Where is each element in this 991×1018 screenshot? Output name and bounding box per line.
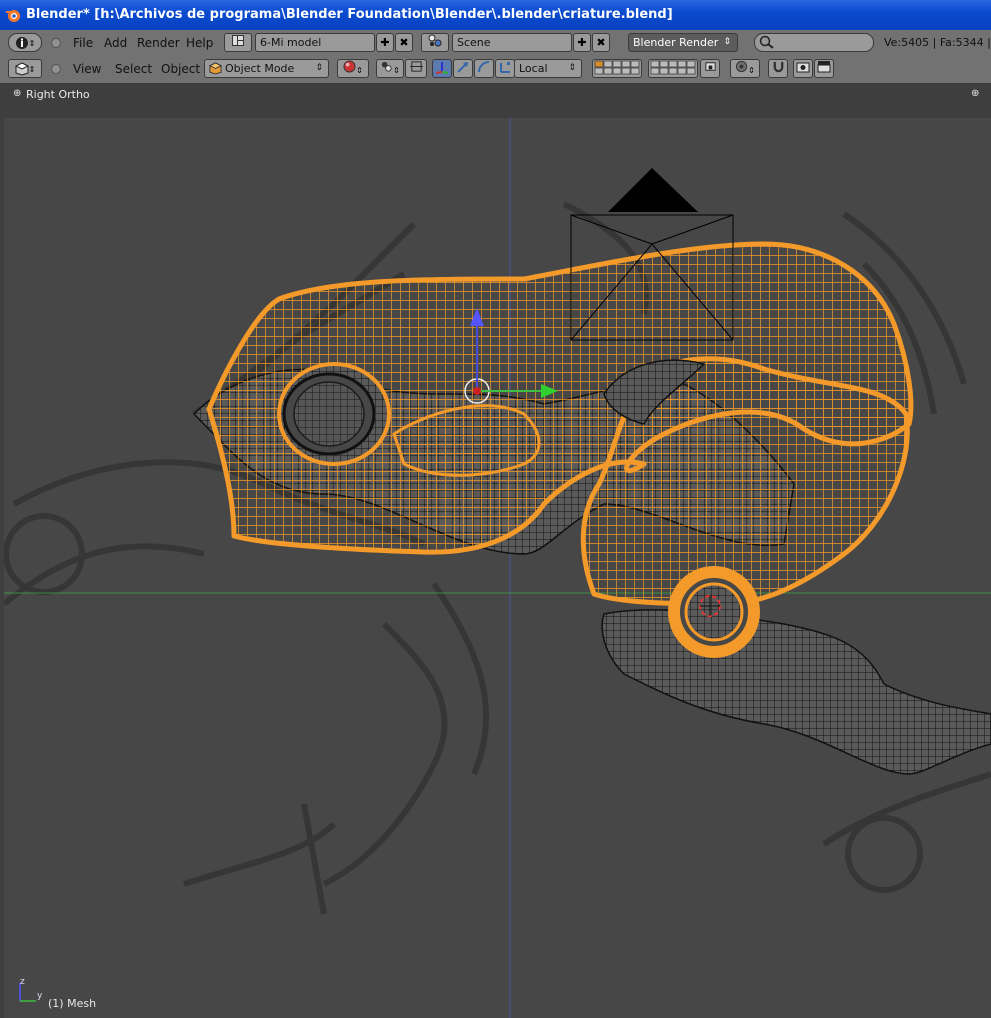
layers-icon xyxy=(594,60,640,75)
search-input[interactable] xyxy=(754,33,874,52)
scale-icon xyxy=(500,62,510,73)
plus-icon: ✚ xyxy=(380,36,390,49)
window-title: Blender* [h:\Archivos de programa\Blende… xyxy=(26,7,673,22)
render-engine-label: Blender Render xyxy=(633,36,719,49)
blender-logo-icon xyxy=(6,10,20,22)
rotate-manipulator-button[interactable] xyxy=(474,59,494,78)
updown-arrow-icon: ⇕ xyxy=(315,63,323,73)
layers-icon xyxy=(650,60,696,75)
remove-screen-button[interactable]: ✖ xyxy=(395,33,413,52)
center-points-icon xyxy=(409,61,423,72)
snap-toggle-button[interactable] xyxy=(768,59,788,78)
clapperboard-icon xyxy=(817,61,831,73)
scene-field[interactable]: Scene xyxy=(452,33,572,52)
translate-manipulator-button[interactable] xyxy=(453,59,473,78)
updown-arrow-icon: ⇕ xyxy=(723,37,731,47)
selected-mesh-wireframe xyxy=(206,241,914,658)
menu-object[interactable]: Object xyxy=(161,56,200,82)
window-title-bar: Blender* [h:\Archivos de programa\Blende… xyxy=(0,0,991,30)
menu-add[interactable]: Add xyxy=(104,30,127,56)
layout-icon xyxy=(232,35,244,46)
expand-plus-icon-right[interactable]: ⊕ xyxy=(971,89,979,99)
cube-editor-icon xyxy=(14,62,29,76)
menu-file[interactable]: File xyxy=(73,30,93,56)
info-header: ⇕ File Add Render Help 6-Mi model ✚ ✖ Sc… xyxy=(0,30,991,75)
proportional-edit-icon xyxy=(736,60,748,73)
screen-layout-field[interactable]: 6-Mi model xyxy=(255,33,375,52)
render-engine-dropdown[interactable]: Blender Render ⇕ xyxy=(628,33,738,52)
object-mode-icon xyxy=(209,62,222,75)
rotate-arc-icon xyxy=(478,61,490,73)
pivot-point-icon xyxy=(381,61,392,72)
translate-arrow-icon xyxy=(457,62,468,73)
solid-shading-icon xyxy=(343,60,356,73)
leg-mesh-wireframe xyxy=(601,609,991,775)
magnet-icon xyxy=(773,61,783,73)
scene-icon xyxy=(428,34,442,47)
editor-type-info-button[interactable]: ⇕ xyxy=(8,33,42,52)
screen-layout-browse-button[interactable] xyxy=(224,33,252,52)
close-icon: ✖ xyxy=(399,36,409,49)
viewport-shading-dropdown[interactable]: ⇕ xyxy=(337,59,369,78)
menu-collapse-toggle[interactable] xyxy=(51,38,61,48)
axis-z-label: z xyxy=(20,977,25,987)
info-icon xyxy=(15,37,28,49)
search-icon xyxy=(759,35,774,49)
expand-plus-icon[interactable]: ⊕ xyxy=(13,89,21,99)
view3d-header: ⇕ View Select Object Object Mode ⇕ ⇕ ⇕ L… xyxy=(0,56,991,84)
transform-orientation-dropdown[interactable]: Local ⇕ xyxy=(514,59,582,78)
opengl-render-animation-button[interactable] xyxy=(814,59,834,78)
editor-type-3dview-button[interactable]: ⇕ xyxy=(8,59,42,78)
mode-label: Object Mode xyxy=(225,62,295,75)
pivot-point-dropdown[interactable]: ⇕ xyxy=(376,59,404,78)
menu-select[interactable]: Select xyxy=(115,56,152,82)
plus-icon: ✚ xyxy=(577,36,587,49)
opengl-render-image-button[interactable] xyxy=(793,59,813,78)
scene-layers-group-1[interactable] xyxy=(592,59,642,78)
3d-viewport[interactable]: ⊕ Right Ortho ⊕ z y (1) Mesh xyxy=(4,84,991,1018)
manipulator-toggle-button[interactable] xyxy=(432,59,452,78)
view-name-label: Right Ortho xyxy=(26,88,90,101)
layer-lock-icon xyxy=(704,62,716,71)
add-screen-button[interactable]: ✚ xyxy=(376,33,394,52)
menu-view[interactable]: View xyxy=(73,56,101,82)
scene-layers-group-2[interactable] xyxy=(648,59,698,78)
manipulate-center-points-button[interactable] xyxy=(405,59,427,78)
close-icon: ✖ xyxy=(596,36,606,49)
viewport-canvas[interactable] xyxy=(4,84,991,1018)
active-object-info: (1) Mesh xyxy=(48,997,97,1010)
orientation-label: Local xyxy=(519,62,548,75)
remove-scene-button[interactable]: ✖ xyxy=(592,33,610,52)
menu-help[interactable]: Help xyxy=(186,30,213,56)
add-scene-button[interactable]: ✚ xyxy=(573,33,591,52)
menu-collapse-toggle-2[interactable] xyxy=(51,64,61,74)
updown-arrow-icon: ⇕ xyxy=(568,63,576,73)
mode-dropdown[interactable]: Object Mode ⇕ xyxy=(204,59,329,78)
axis-y-label: y xyxy=(37,991,43,1001)
menu-render[interactable]: Render xyxy=(137,30,180,56)
lock-camera-layers-button[interactable] xyxy=(700,59,720,78)
scene-browse-button[interactable] xyxy=(421,33,449,52)
proportional-editing-dropdown[interactable]: ⇕ xyxy=(730,59,760,78)
viewport-header-region: ⊕ Right Ortho ⊕ xyxy=(4,84,991,118)
scale-manipulator-button[interactable] xyxy=(495,59,515,78)
camera-icon xyxy=(796,62,810,73)
manipulator-icon xyxy=(435,62,449,74)
